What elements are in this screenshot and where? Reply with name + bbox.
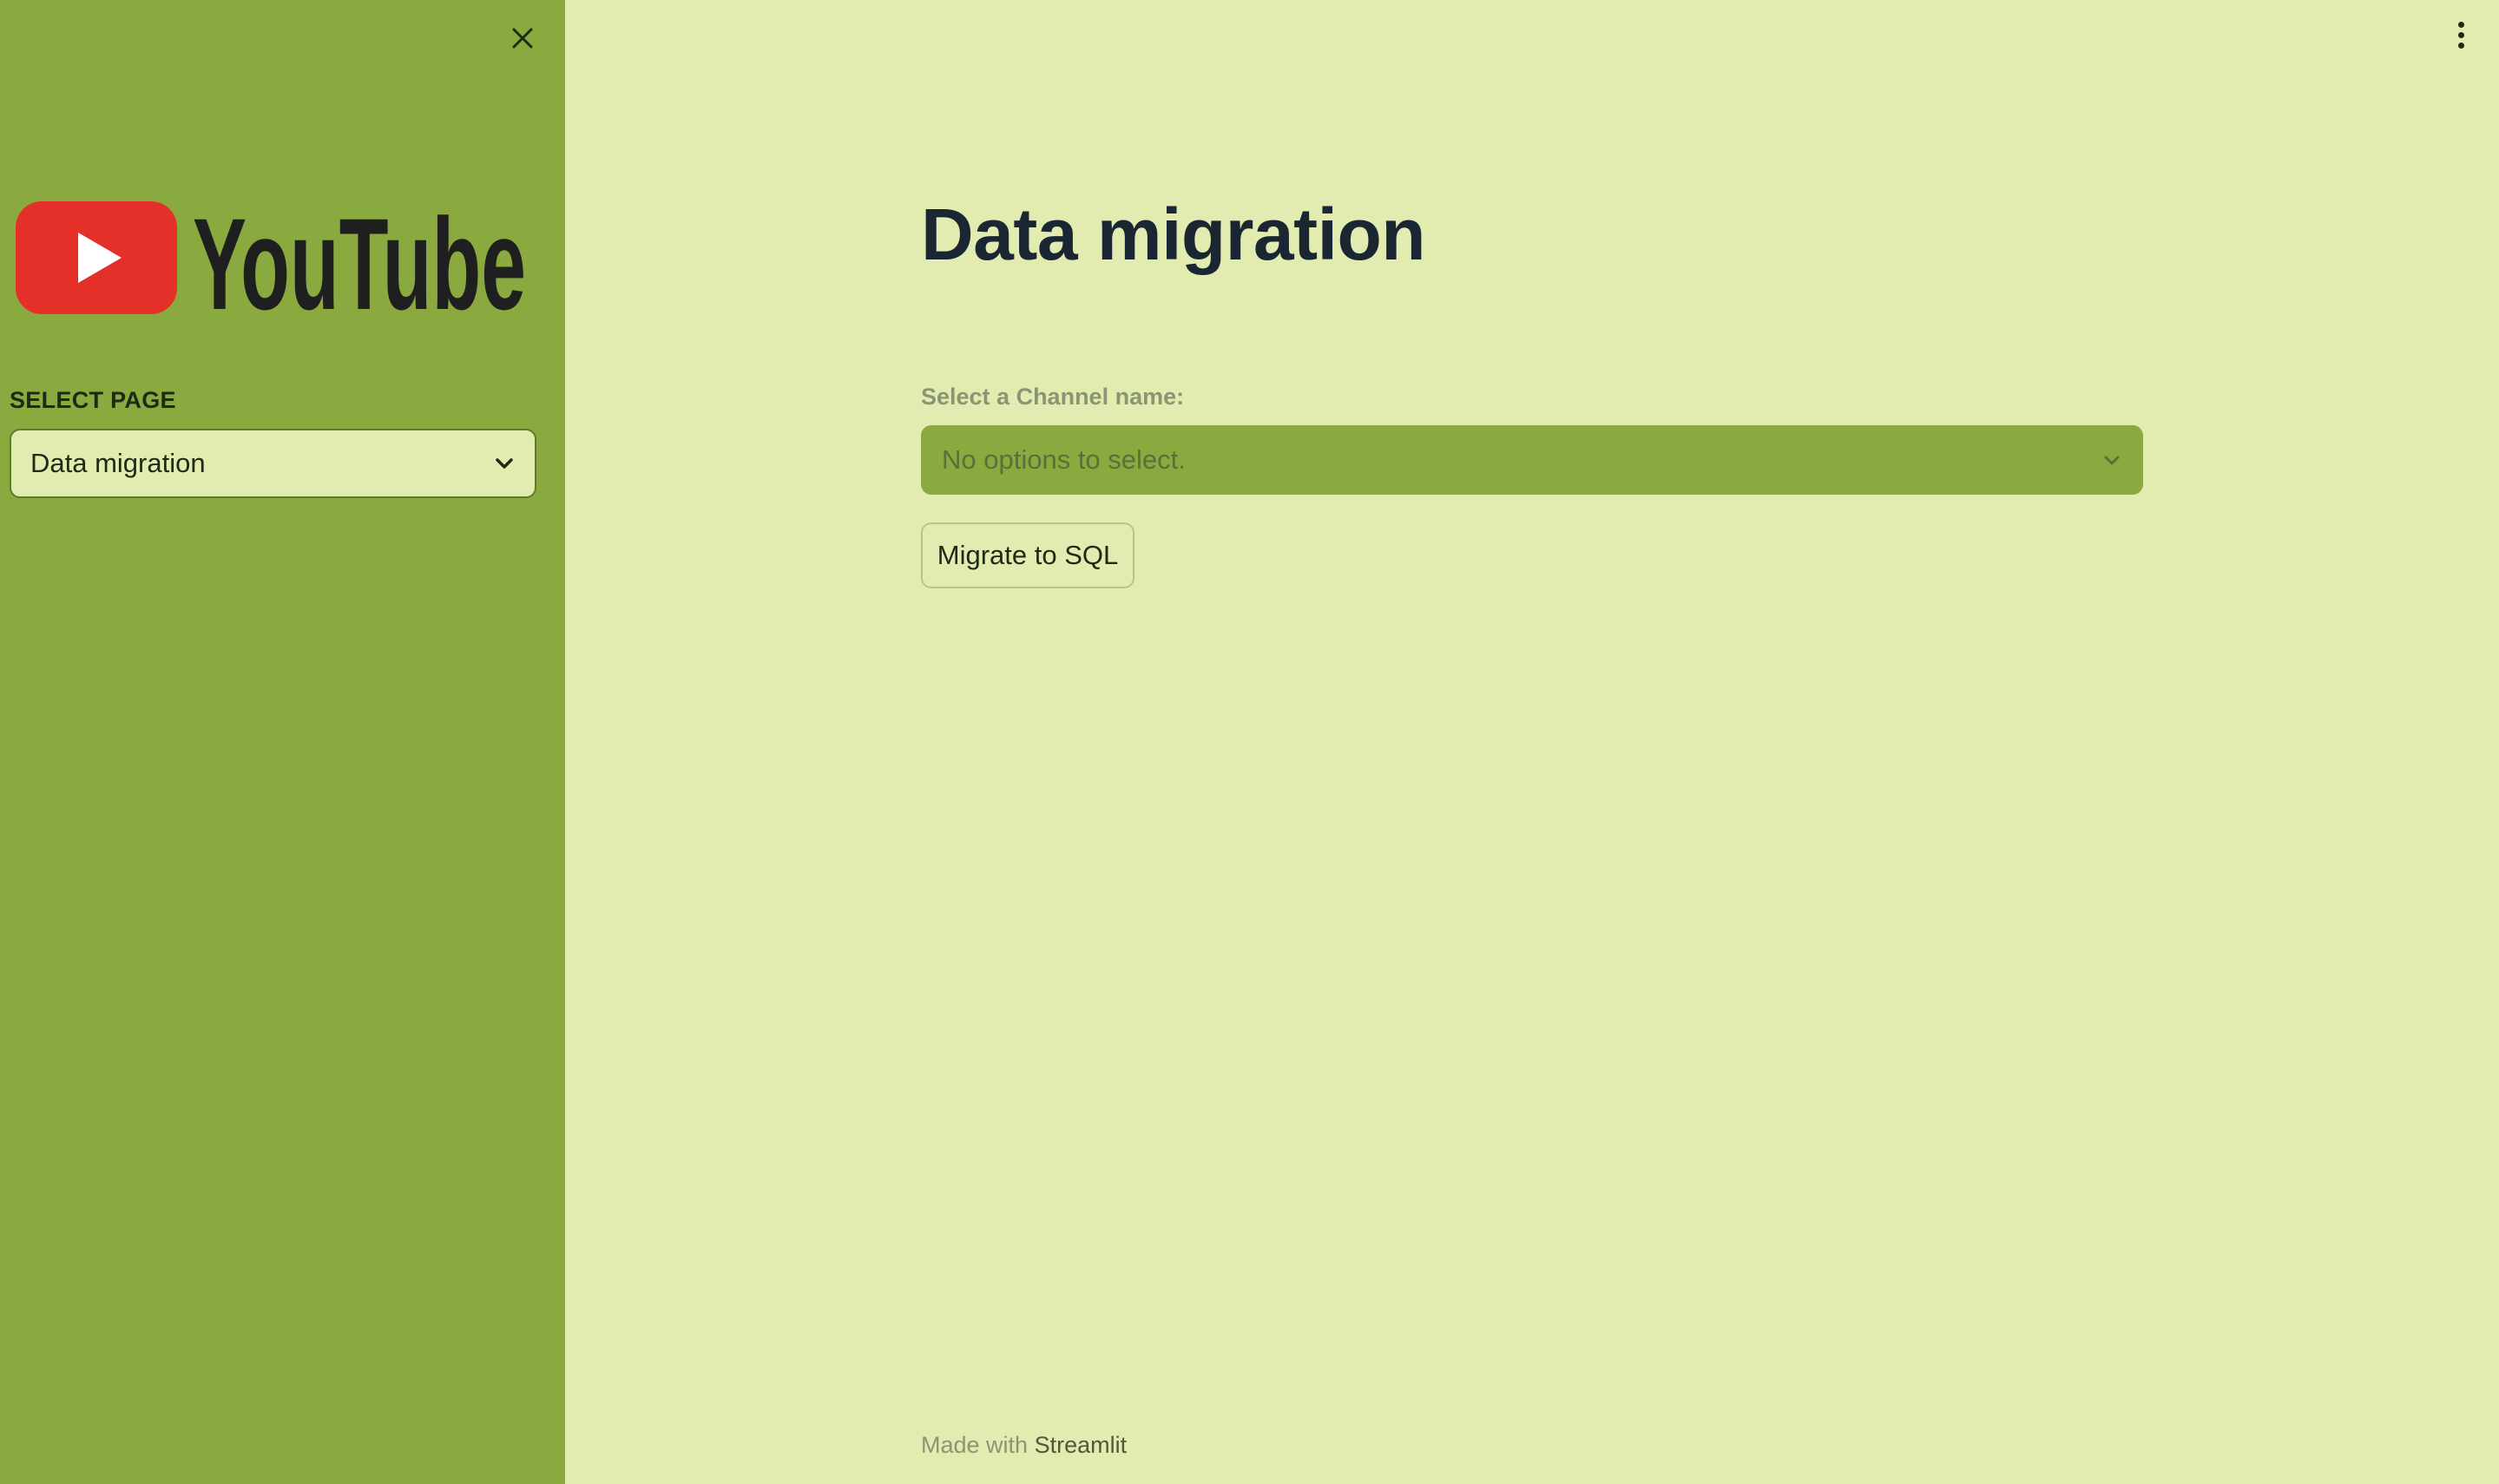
page-title: Data migration [921,194,1426,275]
youtube-logo-text: YouTube [193,196,526,318]
channel-select[interactable]: No options to select. [921,425,2143,495]
chevron-down-icon [2104,456,2120,465]
page-select-value: Data migration [30,448,206,478]
youtube-logo: YouTube [16,191,528,337]
channel-select-placeholder: No options to select. [942,444,1186,475]
footer: Made with Streamlit [921,1432,1127,1459]
page-select[interactable]: Data migration [10,429,536,498]
footer-prefix: Made with [921,1432,1029,1458]
migrate-to-sql-button[interactable]: Migrate to SQL [921,522,1134,588]
main-menu-button[interactable] [2448,16,2474,54]
youtube-play-icon [16,201,177,314]
streamlit-link[interactable]: Streamlit [1035,1432,1128,1458]
close-icon [512,28,533,49]
app-root: YouTube SELECT PAGE Data migration Data … [0,0,2499,1484]
sidebar: YouTube SELECT PAGE Data migration [0,0,565,1484]
more-vertical-icon-dot [2457,31,2464,38]
select-page-label: SELECT PAGE [10,387,176,413]
chevron-down-icon [496,458,513,469]
more-vertical-icon [2457,21,2464,28]
more-vertical-icon-dot [2457,42,2464,49]
close-sidebar-button[interactable] [505,21,540,56]
channel-select-label: Select a Channel name: [921,384,1185,410]
